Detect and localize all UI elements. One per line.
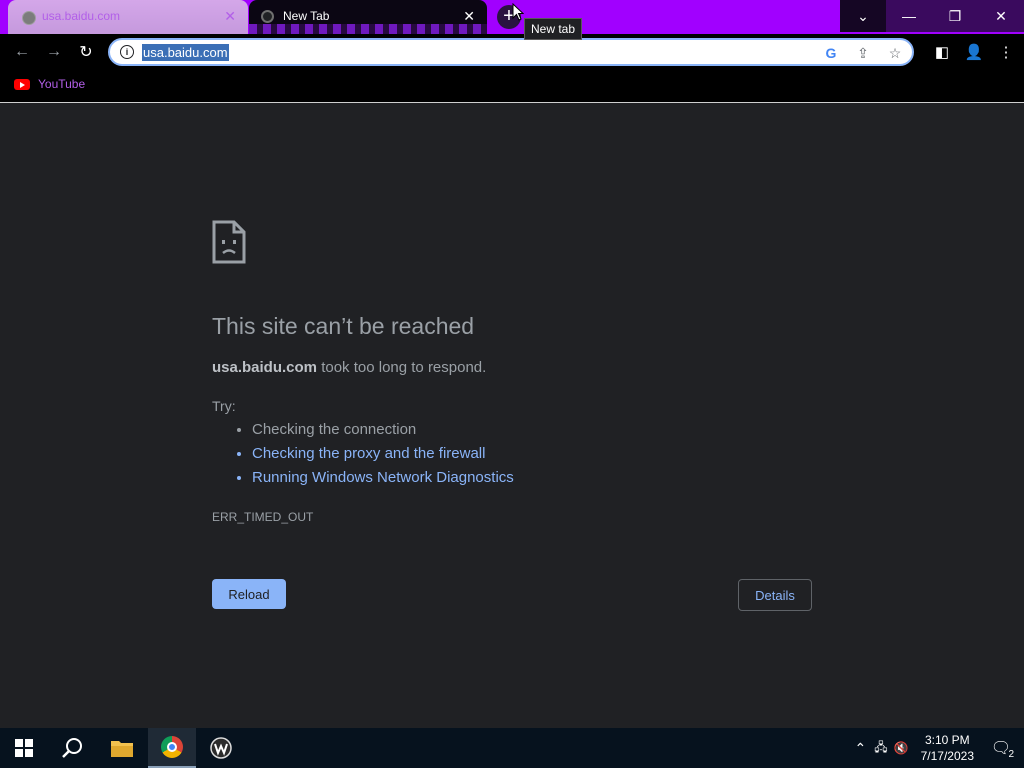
menu-button[interactable]: ⋮ (994, 40, 1018, 64)
error-code: ERR_TIMED_OUT (212, 510, 314, 524)
tab-search-button[interactable]: ⌄ (840, 0, 886, 32)
side-panel-button[interactable]: ◧ (930, 40, 954, 64)
error-description: usa.baidu.com took too long to respond. (212, 359, 486, 376)
network-icon[interactable]: 🖧 (874, 738, 887, 759)
error-title: This site can’t be reached (212, 313, 475, 339)
back-button[interactable]: ← (10, 40, 34, 64)
folder-icon (111, 741, 133, 757)
profile-button[interactable]: 👤 (962, 40, 986, 64)
suggestion-check-proxy-link[interactable]: Checking the proxy and the firewall (252, 442, 514, 466)
sad-page-icon (212, 220, 246, 264)
chevron-down-icon: ⌄ (857, 7, 869, 24)
share-icon[interactable]: ⇪ (852, 43, 874, 63)
clock-time: 3:10 PM (924, 733, 970, 747)
windows-icon (15, 739, 33, 757)
reload-page-button[interactable]: ↻ (74, 40, 98, 64)
address-input[interactable]: usa.baidu.com (142, 44, 229, 61)
notification-count: 2 (1008, 749, 1014, 760)
w-app-taskbar-button[interactable] (197, 728, 245, 768)
forward-button[interactable]: → (42, 40, 66, 64)
address-bar-actions: G ⇪ ☆ (820, 43, 906, 63)
tab-title: New Tab (283, 9, 330, 23)
minimize-button[interactable]: — (886, 0, 932, 32)
suggestion-network-diagnostics-link[interactable]: Running Windows Network Diagnostics (252, 466, 514, 490)
bookmarks-bar: YouTube (0, 70, 1024, 103)
window-controls: ⌄ — ❐ ✕ (840, 0, 1024, 32)
action-center-button[interactable]: 🗨 2 (986, 733, 1016, 763)
tab-new-tab[interactable]: New Tab ✕ (249, 0, 487, 34)
close-icon[interactable]: ✕ (224, 7, 236, 25)
mouse-cursor-icon (512, 3, 524, 21)
close-window-button[interactable]: ✕ (978, 0, 1024, 32)
start-button[interactable] (0, 728, 48, 768)
arrow-left-icon: ← (14, 43, 30, 60)
refresh-icon: ↻ (79, 44, 93, 61)
clock-date: 7/17/2023 (920, 749, 974, 763)
clock[interactable]: 3:10 PM 7/17/2023 (921, 732, 974, 764)
file-explorer-button[interactable] (98, 728, 146, 768)
chrome-icon (261, 10, 274, 23)
restore-button[interactable]: ❐ (932, 0, 978, 32)
tab-usa-baidu[interactable]: usa.baidu.com ✕ (8, 0, 248, 34)
side-panel-icon: ◧ (934, 44, 950, 61)
browser-toolbar: ← → ↻ i usa.baidu.com G ⇪ ☆ ◧ 👤 ⋮ (0, 34, 1024, 70)
close-icon: ✕ (995, 7, 1007, 24)
error-description-text: took too long to respond. (317, 359, 487, 376)
info-icon[interactable]: i (120, 45, 134, 59)
chevron-up-icon[interactable]: ⌃ (855, 740, 867, 757)
toolbar-right-actions: ◧ 👤 ⋮ (930, 40, 1018, 64)
volume-muted-icon[interactable]: 🔇 (894, 741, 909, 755)
search-icon (62, 738, 82, 758)
star-icon[interactable]: ☆ (884, 43, 906, 63)
address-bar[interactable]: i usa.baidu.com G ⇪ ☆ (108, 38, 914, 66)
try-label: Try: (212, 398, 236, 414)
search-button[interactable] (48, 728, 96, 768)
new-tab-tooltip: New tab (524, 18, 583, 40)
suggestion-check-connection: Checking the connection (252, 418, 514, 442)
tab-title: usa.baidu.com (42, 9, 121, 23)
bookmark-youtube[interactable]: YouTube (14, 77, 85, 91)
google-icon[interactable]: G (820, 43, 842, 63)
globe-icon (22, 11, 36, 25)
chrome-taskbar-button[interactable] (148, 728, 196, 768)
suggestion-list: Checking the connection Checking the pro… (212, 418, 514, 490)
error-host: usa.baidu.com (212, 359, 318, 376)
tab-theme-pattern (249, 24, 487, 34)
youtube-icon (14, 78, 30, 90)
chrome-icon (161, 736, 183, 758)
reload-button[interactable]: Reload (212, 579, 286, 609)
restore-icon: ❐ (948, 7, 962, 24)
arrow-right-icon: → (46, 43, 62, 60)
more-vert-icon: ⋮ (998, 44, 1014, 61)
windows-taskbar: ⌃ 🖧 🔇 3:10 PM 7/17/2023 🗨 2 (0, 728, 1024, 768)
error-page: This site can’t be reached usa.baidu.com… (0, 103, 1024, 728)
system-tray: ⌃ 🖧 🔇 3:10 PM 7/17/2023 🗨 2 (855, 728, 1024, 768)
person-icon: 👤 (964, 44, 984, 61)
minimize-icon: — (902, 8, 916, 24)
bookmark-label: YouTube (38, 77, 86, 91)
close-icon[interactable]: ✕ (463, 7, 475, 25)
w-app-icon (210, 737, 232, 759)
details-button[interactable]: Details (738, 579, 812, 611)
